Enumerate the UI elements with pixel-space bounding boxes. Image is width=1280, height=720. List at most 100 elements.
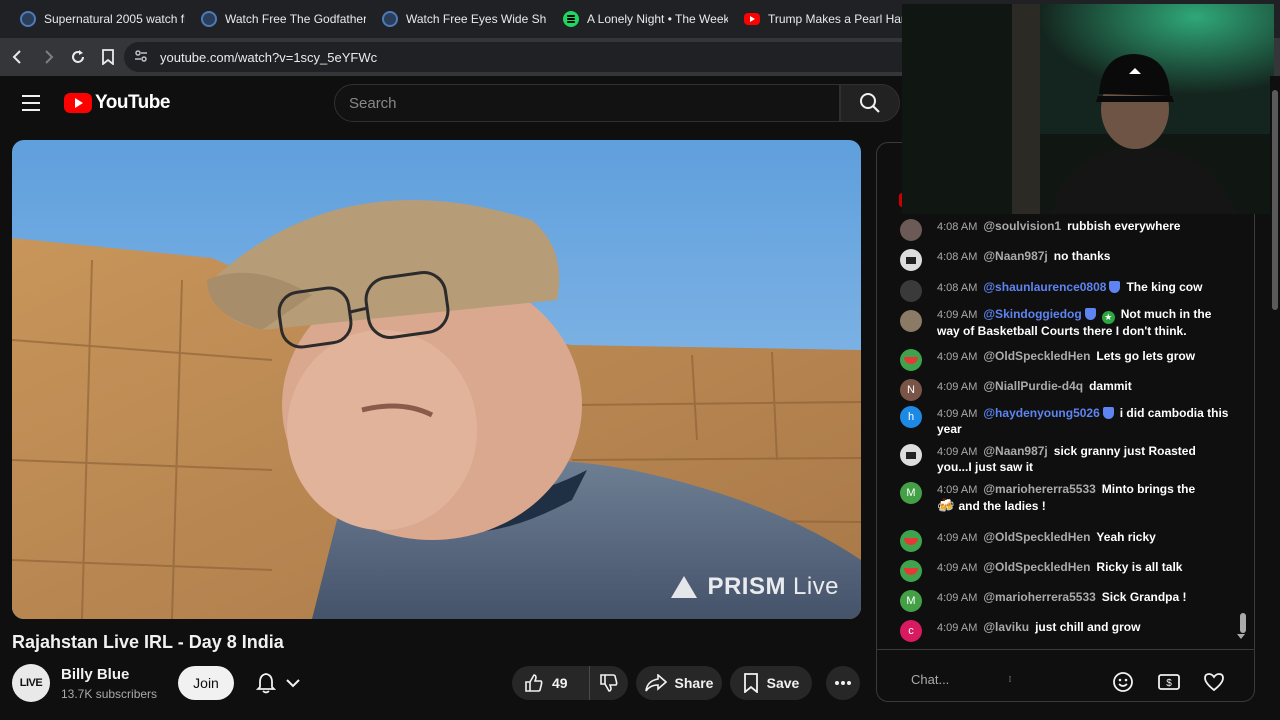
browser-tab[interactable]: Watch Free The Godfather bbox=[195, 0, 376, 38]
chat-author[interactable]: @OldSpeckledHen bbox=[983, 560, 1090, 574]
arrow-right-icon bbox=[45, 50, 54, 64]
webcam-feed bbox=[902, 4, 1274, 214]
emoji-button[interactable] bbox=[1111, 670, 1135, 694]
back-button[interactable] bbox=[4, 43, 32, 71]
forward-button[interactable] bbox=[34, 43, 62, 71]
watermelon-avatar bbox=[900, 560, 922, 582]
browser-tab[interactable]: Supernatural 2005 watch fr bbox=[14, 0, 195, 38]
user-avatar bbox=[900, 249, 922, 271]
share-button[interactable]: Share bbox=[636, 666, 722, 700]
search-icon bbox=[860, 93, 880, 113]
chat-input-bar: Chat... $ bbox=[877, 649, 1254, 701]
like-count: 49 bbox=[552, 675, 568, 691]
chat-message: M 4:09 AM @mariohererra5533 Minto brings t… bbox=[900, 482, 1230, 514]
chat-message: 4:08 AM @Naan987j no thanks bbox=[900, 249, 1230, 271]
chat-message: h 4:09 AM @haydenyoung5026 i did cambodia … bbox=[900, 406, 1230, 437]
user-avatar: M bbox=[900, 482, 922, 504]
youtube-icon bbox=[744, 13, 760, 25]
chat-author[interactable]: @mariohererra5533 bbox=[983, 482, 1095, 496]
search-input[interactable]: Search bbox=[334, 84, 840, 122]
chat-author[interactable]: @OldSpeckledHen bbox=[983, 530, 1090, 544]
chat-message: N 4:09 AM @NiallPurdie-d4q dammit bbox=[900, 379, 1230, 401]
thumbs-up-icon bbox=[525, 674, 543, 692]
browser-tab[interactable]: Trump Makes a Pearl Harb bbox=[738, 0, 919, 38]
omnibox[interactable]: youtube.com/watch?v=1scy_5eYFWc bbox=[124, 42, 914, 72]
user-avatar: M bbox=[900, 590, 922, 612]
notifications-button[interactable] bbox=[244, 666, 312, 700]
more-actions-button[interactable] bbox=[826, 666, 860, 700]
chat-author[interactable]: @OldSpeckledHen bbox=[983, 349, 1090, 363]
like-button[interactable]: 49 bbox=[512, 666, 590, 700]
youtube-logo[interactable]: YouTube bbox=[64, 92, 170, 114]
chat-message: 4:08 AM @soulvision1 rubbish everywhere bbox=[900, 219, 1230, 241]
chevron-down-icon bbox=[286, 679, 300, 688]
chat-message: 4:09 AM @OldSpeckledHen Lets go lets grow bbox=[900, 349, 1230, 371]
chat-author[interactable]: @marioherrera5533 bbox=[983, 590, 1095, 604]
watermelon-avatar bbox=[900, 530, 922, 552]
video-player[interactable]: PRISM Live bbox=[12, 140, 861, 619]
user-avatar bbox=[900, 444, 922, 466]
chat-message: 4:08 AM @shaunlaurence0808 The king cow bbox=[900, 280, 1230, 302]
live-chat-panel: 4:08 AM @soulvision1 rubbish everywhere 4:… bbox=[876, 142, 1255, 702]
channel-avatar[interactable]: LIVE bbox=[12, 664, 50, 702]
menu-icon[interactable] bbox=[22, 95, 40, 111]
heart-icon bbox=[1204, 673, 1224, 692]
user-avatar: N bbox=[900, 379, 922, 401]
heart-reaction-button[interactable] bbox=[1202, 670, 1226, 694]
chat-author[interactable]: @Naan987j bbox=[983, 249, 1047, 263]
search-button[interactable] bbox=[840, 84, 900, 122]
channel-name[interactable]: Billy Blue bbox=[61, 666, 129, 683]
join-button[interactable]: Join bbox=[178, 666, 234, 700]
user-avatar: h bbox=[900, 406, 922, 428]
super-chat-button[interactable]: $ bbox=[1157, 670, 1181, 694]
text-cursor-icon bbox=[1009, 676, 1011, 682]
subscriber-count: 13.7K subscribers bbox=[61, 687, 158, 701]
scroll-down-icon[interactable] bbox=[1237, 634, 1245, 639]
chat-input[interactable]: Chat... bbox=[911, 672, 949, 687]
reload-icon bbox=[72, 50, 84, 63]
youtube-play-icon bbox=[64, 93, 92, 113]
video-frame bbox=[12, 140, 861, 619]
chat-author[interactable]: @Skindoggiedog bbox=[983, 307, 1081, 321]
chat-message: 4:09 AM @OldSpeckledHen Ricky is all talk bbox=[900, 560, 1230, 582]
dislike-button[interactable] bbox=[590, 673, 628, 693]
user-avatar bbox=[900, 280, 922, 302]
chat-message: 4:09 AM @OldSpeckledHen Yeah ricky bbox=[900, 530, 1230, 552]
bookmark-button[interactable] bbox=[94, 43, 122, 71]
chat-author[interactable]: @soulvision1 bbox=[983, 219, 1061, 233]
site-icon bbox=[382, 11, 398, 27]
webcam-overlay bbox=[902, 4, 1274, 214]
thumbs-down-icon bbox=[600, 674, 618, 692]
smiley-icon bbox=[1113, 672, 1133, 692]
user-avatar bbox=[900, 310, 922, 332]
chat-author[interactable]: @Naan987j bbox=[983, 444, 1047, 458]
watermelon-avatar bbox=[900, 349, 922, 371]
chat-message: 4:09 AM @Skindoggiedog ★ Not much in the wa… bbox=[900, 307, 1230, 339]
page-scrollbar-thumb[interactable] bbox=[1272, 90, 1278, 310]
chat-message-list[interactable]: 4:08 AM @soulvision1 rubbish everywhere 4:… bbox=[877, 143, 1254, 648]
site-settings-icon[interactable] bbox=[134, 49, 148, 66]
beer-emoji-icon: 🍻 bbox=[937, 497, 955, 513]
chat-scrollbar[interactable] bbox=[1240, 613, 1246, 633]
browser-tab[interactable]: Watch Free Eyes Wide Shut bbox=[376, 0, 557, 38]
moderator-badge-icon bbox=[1102, 407, 1114, 419]
site-icon bbox=[20, 11, 36, 27]
chat-author[interactable]: @haydenyoung5026 bbox=[983, 406, 1099, 420]
browser-tab[interactable]: A Lonely Night • The Week bbox=[557, 0, 738, 38]
member-star-icon: ★ bbox=[1101, 311, 1115, 324]
chat-author[interactable]: @laviku bbox=[983, 620, 1029, 634]
page-scrollbar[interactable] bbox=[1270, 76, 1280, 716]
bottom-strip bbox=[0, 714, 1280, 720]
moderator-badge-icon bbox=[1084, 308, 1096, 320]
video-title: Rajahstan Live IRL - Day 8 India bbox=[12, 632, 284, 652]
reload-button[interactable] bbox=[64, 43, 92, 71]
chat-message: 4:09 AM @Naan987j sick granny just Roasted… bbox=[900, 444, 1230, 475]
chat-author[interactable]: @shaunlaurence0808 bbox=[983, 280, 1106, 294]
spotify-icon bbox=[563, 11, 579, 27]
save-button[interactable]: Save bbox=[730, 666, 812, 700]
bell-icon bbox=[256, 673, 276, 694]
more-horizontal-icon bbox=[835, 681, 851, 685]
user-avatar: c bbox=[900, 620, 922, 642]
bookmark-icon bbox=[743, 673, 758, 693]
chat-author[interactable]: @NiallPurdie-d4q bbox=[983, 379, 1083, 393]
